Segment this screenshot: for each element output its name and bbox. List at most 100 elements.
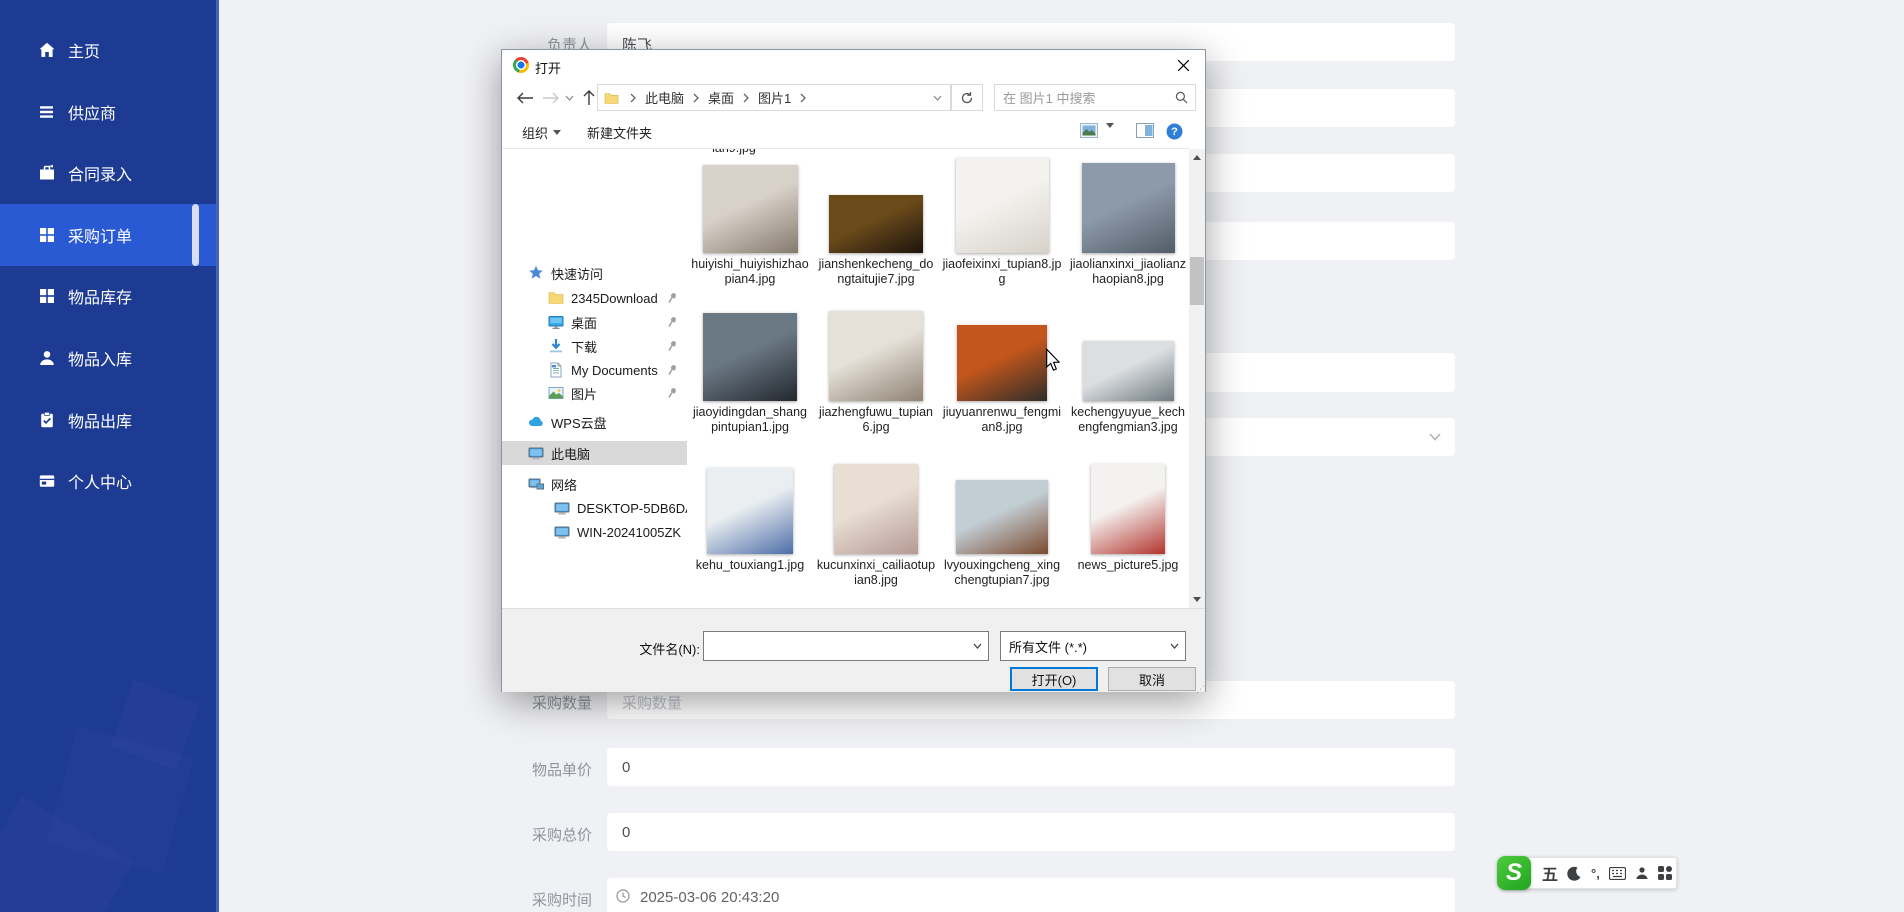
document-icon <box>550 362 562 378</box>
cancel-button[interactable]: 取消 <box>1108 667 1196 691</box>
breadcrumb-item-图片1[interactable]: 图片1 <box>754 88 795 107</box>
file-thumbnail[interactable] <box>829 195 923 253</box>
nav-item-桌面[interactable]: 桌面 <box>502 310 687 334</box>
close-icon[interactable] <box>1162 50 1205 80</box>
nav-item-2345Download[interactable]: 2345Download <box>502 286 687 310</box>
person-icon[interactable] <box>1635 866 1649 880</box>
list-icon <box>40 106 53 118</box>
computer-icon <box>528 447 544 460</box>
new-folder-button[interactable]: 新建文件夹 <box>587 123 652 142</box>
nav-item-label: 下载 <box>571 339 598 355</box>
nav-item-快速访问[interactable]: 快速访问 <box>502 261 687 285</box>
file-name[interactable]: jiuyuanrenwu_fengmian8.jpg <box>942 405 1062 435</box>
file-name[interactable]: kehu_touxiang1.jpg <box>690 558 810 573</box>
nav-item-下载[interactable]: 下载 <box>502 334 687 358</box>
purchase-time-label: 采购时间 <box>531 892 592 909</box>
nav-item-此电脑[interactable]: 此电脑 <box>502 441 687 465</box>
sidebar-item-物品入库[interactable]: 物品入库 <box>0 327 216 389</box>
file-thumbnail[interactable] <box>834 464 918 554</box>
forward-icon[interactable] <box>540 84 562 111</box>
sidebar-item-label: 个人中心 <box>68 475 133 492</box>
recent-locations-icon[interactable] <box>562 84 576 111</box>
folder-icon <box>604 92 619 104</box>
file-thumbnail[interactable] <box>703 313 797 401</box>
scroll-down-icon[interactable] <box>1189 591 1205 608</box>
file-thumbnail[interactable] <box>707 468 793 554</box>
sidebar-item-个人中心[interactable]: 个人中心 <box>0 450 216 512</box>
toolbox-grid-icon[interactable] <box>1657 866 1672 880</box>
file-name[interactable]: lvyouxingcheng_xingchengtupian7.jpg <box>942 558 1062 588</box>
file-name[interactable]: kucunxinxi_cailiaotupian8.jpg <box>816 558 936 588</box>
file-thumbnail[interactable] <box>829 311 923 401</box>
view-dropdown-icon[interactable] <box>1106 123 1114 128</box>
file-partial-label: lan9.jpg <box>687 149 794 156</box>
address-dropdown-icon[interactable] <box>933 95 950 101</box>
file-name[interactable]: jiazhengfuwu_tupian6.jpg <box>816 405 936 435</box>
sidebar-item-供应商[interactable]: 供应商 <box>0 81 216 143</box>
punctuation-icon[interactable]: °, <box>1591 866 1600 881</box>
view-thumbnails-icon[interactable] <box>1080 123 1098 138</box>
cloud-icon <box>528 416 543 426</box>
scrollbar-thumb[interactable] <box>1190 257 1204 305</box>
sidebar-item-采购订单[interactable]: 采购订单 <box>0 204 216 266</box>
sogou-logo-icon[interactable]: S <box>1497 856 1531 890</box>
file-thumbnail[interactable] <box>1082 163 1175 253</box>
nav-item-WPS云盘[interactable]: WPS云盘 <box>502 410 687 434</box>
sidebar-scrollbar-thumb[interactable] <box>192 204 199 266</box>
help-icon[interactable]: ? <box>1166 123 1183 140</box>
quantity-placeholder: 采购数量 <box>622 695 683 712</box>
moon-icon[interactable] <box>1567 866 1582 881</box>
total-price-field[interactable] <box>607 813 1455 851</box>
search-input[interactable]: 在 图片1 中搜索 <box>994 84 1196 111</box>
file-thumbnail[interactable] <box>703 165 798 253</box>
file-thumbnail[interactable] <box>957 325 1047 401</box>
chevron-down-icon <box>1429 433 1441 441</box>
preview-pane-icon[interactable] <box>1136 123 1154 138</box>
computer-icon <box>554 502 570 515</box>
file-name[interactable]: jiaoyidingdan_shangpintupian1.jpg <box>690 405 810 435</box>
file-thumbnail[interactable] <box>956 158 1049 253</box>
keyboard-icon[interactable] <box>1608 866 1626 880</box>
pin-icon <box>668 317 676 327</box>
file-thumbnail[interactable] <box>1091 464 1165 554</box>
file-thumbnail[interactable] <box>1083 341 1174 401</box>
total-price-label: 采购总价 <box>531 827 592 844</box>
filetype-select[interactable]: 所有文件 (*.*) <box>1000 631 1186 661</box>
breadcrumb-item-此电脑[interactable]: 此电脑 <box>641 88 688 107</box>
refresh-icon[interactable] <box>951 84 983 111</box>
sidebar-item-label: 供应商 <box>68 106 117 123</box>
sidebar-edge-strip <box>216 0 219 912</box>
file-thumbnail[interactable] <box>956 480 1048 554</box>
nav-item-DESKTOP-5DB6DA[interactable]: DESKTOP-5DB6DA <box>502 496 687 520</box>
open-button[interactable]: 打开(O) <box>1010 667 1098 691</box>
file-name[interactable]: jianshenkecheng_dongtaitujie7.jpg <box>816 257 936 287</box>
dialog-titlebar[interactable]: 打开 <box>502 50 1205 80</box>
nav-item-WIN-20241005ZK[interactable]: WIN-20241005ZK <box>502 520 687 544</box>
ime-mode-label[interactable]: 五 <box>1542 861 1558 885</box>
resize-grip[interactable]: ⋰ <box>1196 684 1206 695</box>
file-grid-scrollbar[interactable] <box>1189 149 1205 608</box>
nav-item-图片[interactable]: 图片 <box>502 381 687 405</box>
nav-item-网络[interactable]: 网络 <box>502 472 687 496</box>
breadcrumb-item-桌面[interactable]: 桌面 <box>704 88 738 107</box>
filename-input[interactable] <box>703 631 989 661</box>
chevron-right-icon <box>800 93 807 102</box>
scroll-up-icon[interactable] <box>1189 149 1205 166</box>
dialog-title: 打开 <box>535 61 562 76</box>
pin-icon <box>668 341 676 351</box>
file-name[interactable]: jiaolianxinxi_jiaolianzhaopian8.jpg <box>1068 257 1188 287</box>
file-name[interactable]: huiyishi_huiyishizhaopian4.jpg <box>690 257 810 287</box>
nav-item-My Documents[interactable]: My Documents <box>502 358 687 382</box>
file-name[interactable]: jiaofeixinxi_tupian8.jpg <box>942 257 1062 287</box>
file-name[interactable]: news_picture5.jpg <box>1068 558 1188 573</box>
back-icon[interactable] <box>514 84 536 111</box>
file-name[interactable]: kechengyuyue_kechengfengmian3.jpg <box>1068 405 1188 435</box>
sidebar-item-物品库存[interactable]: 物品库存 <box>0 265 216 327</box>
unit-price-field[interactable] <box>607 748 1455 786</box>
sidebar-item-label: 物品入库 <box>68 352 133 369</box>
nav-item-label: 快速访问 <box>551 266 604 282</box>
organize-button[interactable]: 组织 <box>522 123 562 142</box>
sidebar-item-物品出库[interactable]: 物品出库 <box>0 389 216 451</box>
sidebar-item-主页[interactable]: 主页 <box>0 19 216 81</box>
sidebar-item-合同录入[interactable]: 合同录入 <box>0 142 216 204</box>
